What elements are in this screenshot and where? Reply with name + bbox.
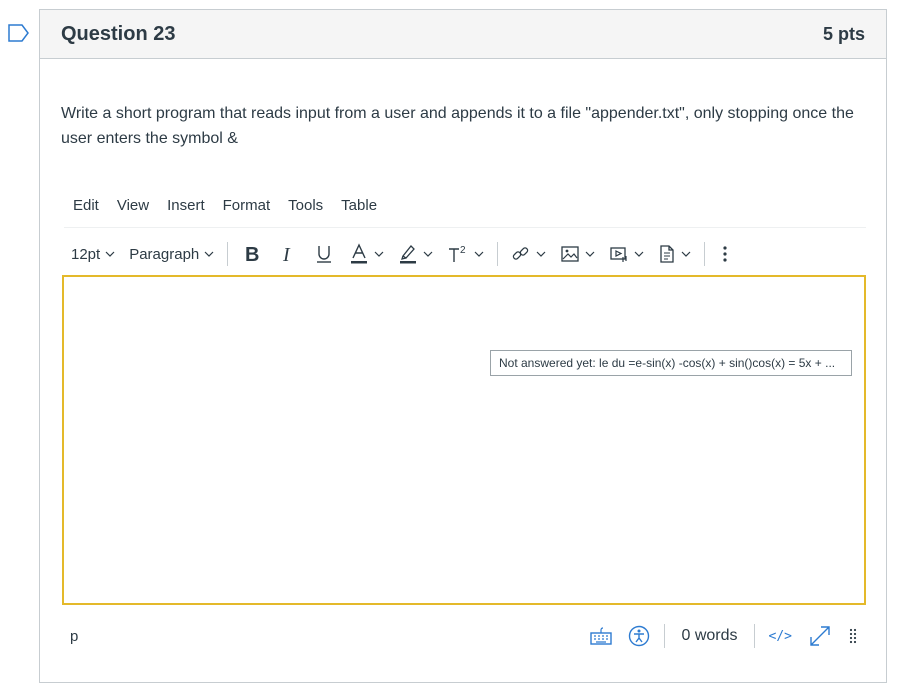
link-button[interactable] [504, 238, 553, 270]
italic-icon: I [282, 244, 291, 265]
chevron-down-icon [681, 251, 691, 257]
chevron-down-icon [634, 251, 644, 257]
menubar-divider [64, 227, 866, 228]
font-size-value: 12pt [71, 245, 101, 263]
menu-table[interactable]: Table [332, 197, 386, 214]
answer-editor[interactable]: Not answered yet: le du =e-sin(x) -cos(x… [62, 275, 866, 605]
question-header: Question 23 5 pts [40, 10, 886, 59]
menu-format[interactable]: Format [214, 197, 280, 214]
superscript-button[interactable]: 2 [440, 238, 491, 270]
statusbar-divider [664, 624, 666, 648]
html-editor-toggle[interactable]: </> [761, 629, 800, 644]
underline-button[interactable] [306, 238, 342, 270]
highlight-icon [400, 245, 417, 264]
menu-view[interactable]: View [108, 197, 158, 214]
question-card: Question 23 5 pts Write a short program … [39, 9, 887, 683]
word-count[interactable]: 0 words [671, 627, 747, 645]
statusbar-actions: 0 words </> [582, 624, 866, 648]
fullscreen-button[interactable] [800, 624, 840, 648]
chevron-down-icon [105, 251, 115, 257]
question-points: 5 pts [822, 23, 865, 44]
menu-insert[interactable]: Insert [158, 197, 214, 214]
element-path[interactable]: p [70, 628, 78, 645]
resize-grip-icon [849, 628, 857, 644]
image-button[interactable] [553, 238, 602, 270]
answer-status-tooltip: Not answered yet: le du =e-sin(x) -cos(x… [490, 350, 852, 376]
underline-icon [317, 246, 332, 263]
chevron-down-icon [585, 251, 595, 257]
question-title: Question 23 [61, 22, 176, 45]
toolbar-divider [704, 242, 706, 266]
flag-question-icon[interactable] [8, 24, 30, 42]
keyboard-icon [590, 627, 613, 645]
block-format-value: Paragraph [129, 245, 200, 263]
accessibility-icon [629, 625, 650, 647]
menu-edit[interactable]: Edit [64, 197, 108, 214]
svg-text:B: B [245, 244, 259, 265]
editor-statusbar: p 0 words </> [64, 618, 866, 654]
more-button[interactable] [711, 238, 739, 270]
media-icon [610, 247, 627, 262]
keyboard-shortcuts-button[interactable] [582, 626, 620, 646]
editor-toolbar: 12pt Paragraph B I 2 [64, 234, 866, 274]
italic-button[interactable]: I [270, 238, 306, 270]
menu-tools[interactable]: Tools [279, 197, 332, 214]
link-icon [513, 247, 529, 260]
document-icon [660, 245, 674, 263]
superscript-icon: 2 [449, 245, 466, 262]
font-size-dropdown[interactable]: 12pt [64, 238, 122, 270]
media-button[interactable] [602, 238, 651, 270]
toolbar-divider [227, 242, 229, 266]
resize-handle[interactable] [840, 626, 866, 646]
svg-text:I: I [282, 244, 291, 265]
more-icon [723, 246, 727, 262]
expand-icon [810, 626, 830, 646]
editor-menubar: Edit View Insert Format Tools Table [64, 197, 386, 214]
svg-text:2: 2 [460, 245, 466, 256]
chevron-down-icon [374, 251, 384, 257]
block-format-dropdown[interactable]: Paragraph [122, 238, 221, 270]
image-icon [561, 246, 579, 262]
chevron-down-icon [474, 251, 484, 257]
bold-icon: B [245, 244, 259, 265]
document-button[interactable] [651, 238, 698, 270]
chevron-down-icon [423, 251, 433, 257]
statusbar-divider [753, 624, 755, 648]
question-text: Write a short program that reads input f… [61, 105, 854, 147]
chevron-down-icon [204, 251, 214, 257]
text-color-button[interactable] [342, 238, 391, 270]
highlight-button[interactable] [391, 238, 440, 270]
bold-button[interactable]: B [234, 238, 270, 270]
chevron-down-icon [536, 251, 546, 257]
toolbar-divider [497, 242, 499, 266]
accessibility-checker-button[interactable] [620, 625, 658, 647]
text-color-icon [351, 243, 368, 264]
